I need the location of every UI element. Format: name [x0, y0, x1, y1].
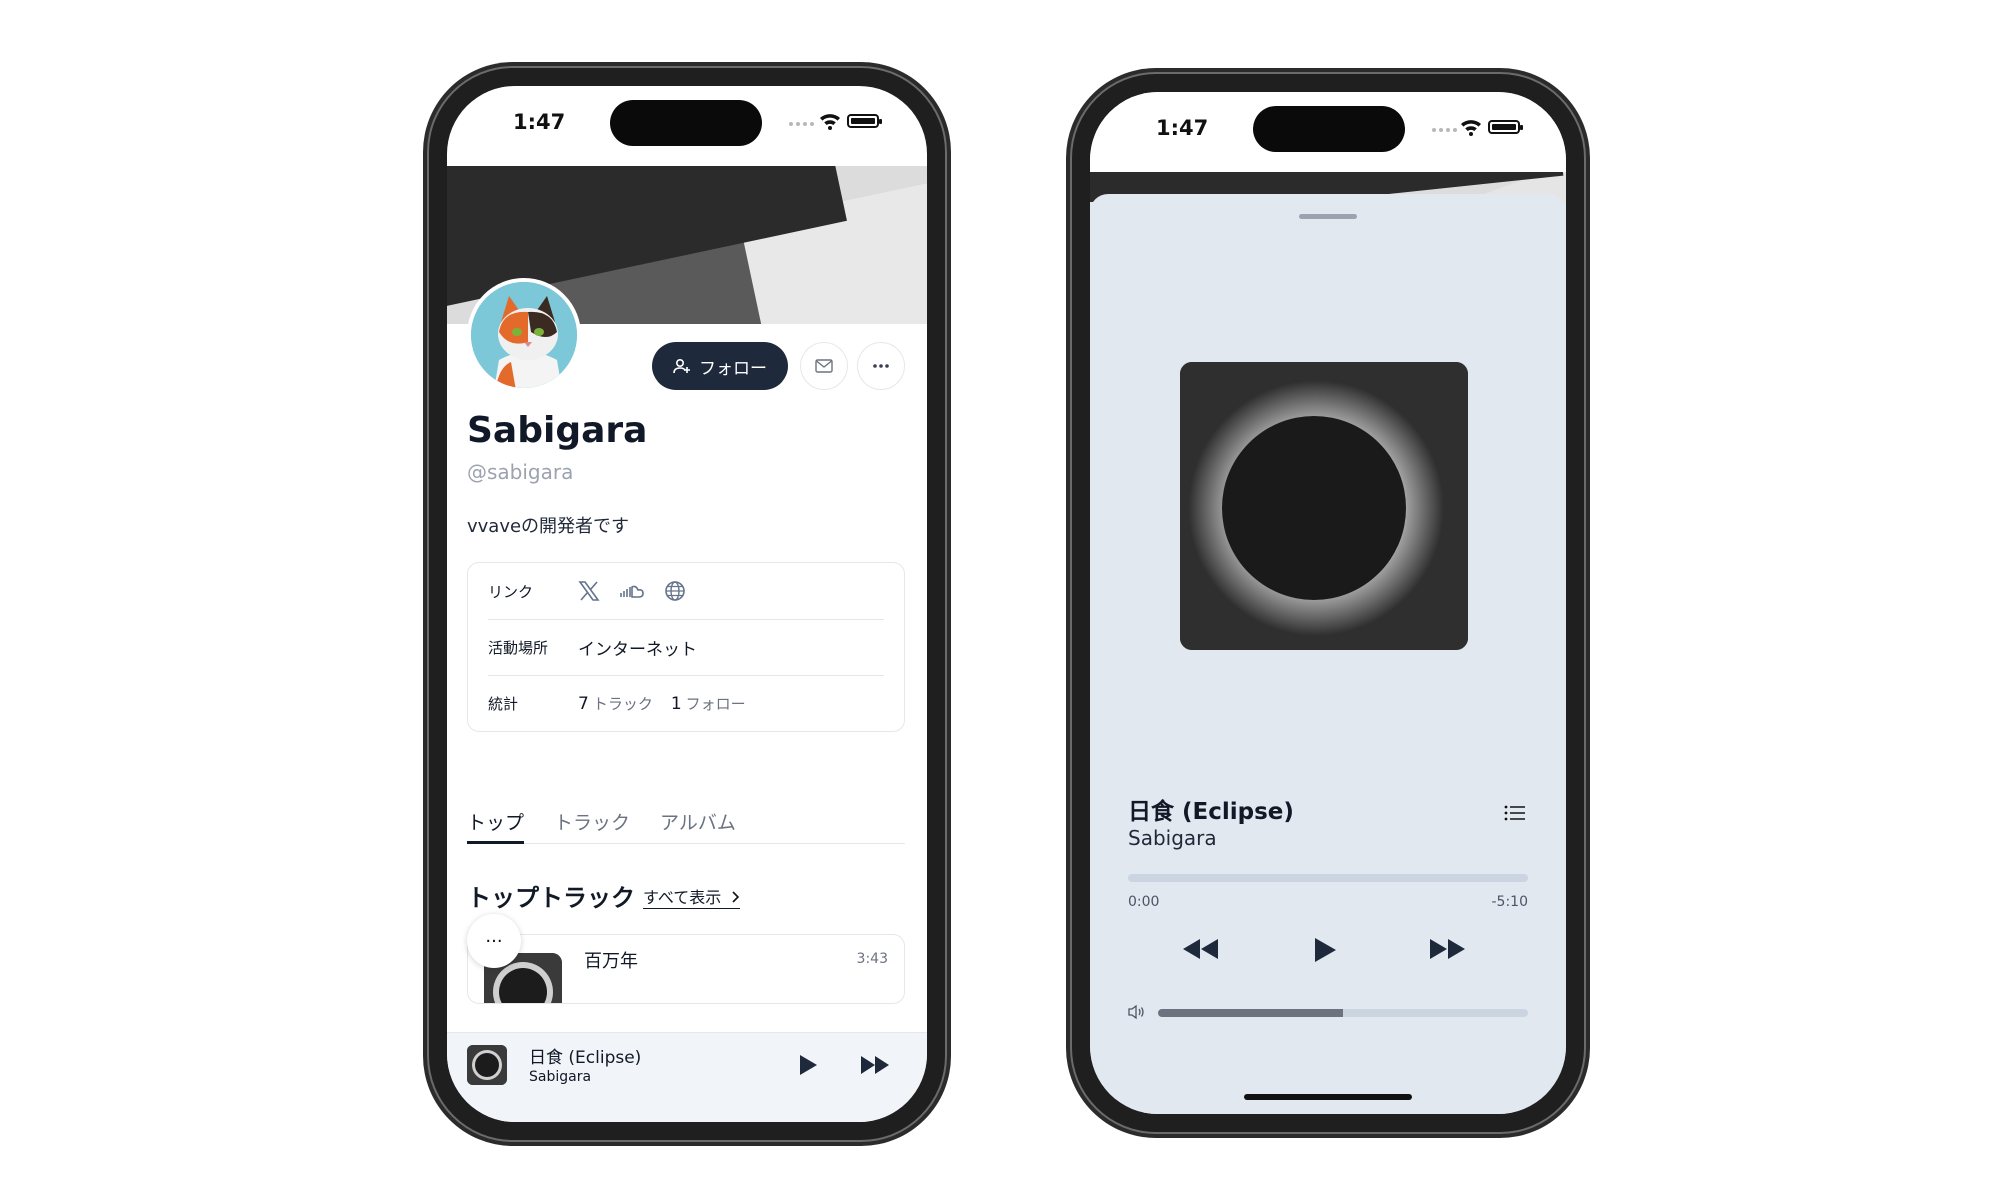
- follow-button-label: フォロー: [699, 358, 767, 378]
- now-playing-title: 日食 (Eclipse): [1128, 799, 1294, 825]
- see-all-link[interactable]: すべて表示: [643, 884, 741, 909]
- home-indicator[interactable]: [1244, 1094, 1412, 1100]
- profile-handle: @sabigara: [467, 460, 574, 484]
- tab-tracks[interactable]: トラック: [554, 802, 630, 844]
- tab-albums[interactable]: アルバム: [660, 802, 736, 844]
- follow-button[interactable]: フォロー: [652, 342, 788, 390]
- play-icon[interactable]: [797, 1053, 819, 1077]
- sheet-grabber[interactable]: [1299, 214, 1357, 219]
- globe-icon[interactable]: [664, 580, 686, 602]
- play-icon[interactable]: [1312, 936, 1338, 964]
- queue-list-icon[interactable]: [1504, 804, 1526, 822]
- eclipse-artwork-icon: [1180, 362, 1468, 650]
- eclipse-artwork-icon: [467, 1045, 507, 1085]
- follows-count-label[interactable]: フォロー: [686, 693, 746, 714]
- follows-count: 1: [670, 693, 682, 714]
- volume-slider[interactable]: [1158, 1009, 1528, 1017]
- tracks-count: 7: [578, 693, 589, 714]
- status-bar: 1:47: [1090, 92, 1566, 172]
- now-playing-artwork: [1180, 362, 1468, 650]
- status-time: 1:47: [513, 110, 566, 134]
- track-duration: 3:43: [856, 951, 888, 967]
- remaining-time: -5:10: [1491, 894, 1529, 910]
- profile-name: Sabigara: [467, 410, 648, 451]
- more-options-button[interactable]: [857, 342, 905, 390]
- dynamic-island: [1253, 106, 1405, 152]
- info-row-links: リンク: [488, 563, 884, 619]
- location-value: インターネット: [578, 640, 697, 660]
- mini-player-title: 日食 (Eclipse): [529, 1048, 642, 1068]
- now-playing-artist: Sabigara: [1128, 826, 1217, 850]
- elapsed-time: 0:00: [1128, 894, 1160, 910]
- location-label: 活動場所: [488, 639, 549, 657]
- ellipsis-icon: [873, 364, 889, 368]
- volume-icon: [1128, 1004, 1144, 1020]
- x-icon[interactable]: [578, 581, 600, 601]
- info-row-stats: 統計 7 トラック 1 フォロー: [488, 675, 884, 731]
- phone-now-playing: 1:47 日食 (Eclipse) Sabigara 0:00 -5:10: [1070, 72, 1586, 1134]
- fast-forward-icon[interactable]: [1426, 936, 1468, 962]
- rewind-icon[interactable]: [1180, 936, 1222, 962]
- cellular-icon: [1432, 128, 1457, 132]
- track-name: 百万年: [584, 951, 638, 972]
- see-all-label: すべて表示: [643, 888, 722, 907]
- mini-player[interactable]: 日食 (Eclipse) Sabigara: [447, 1032, 927, 1122]
- fast-forward-icon[interactable]: [859, 1053, 893, 1077]
- now-playing-screen: 1:47 日食 (Eclipse) Sabigara 0:00 -5:10: [1090, 92, 1566, 1114]
- avatar[interactable]: [467, 278, 581, 392]
- dynamic-island: [610, 100, 762, 146]
- tracks-count-label[interactable]: トラック: [593, 693, 653, 714]
- links-label: リンク: [488, 582, 534, 601]
- playback-progress-bar[interactable]: [1128, 874, 1528, 882]
- wifi-icon: [1461, 120, 1481, 136]
- battery-icon: [1488, 120, 1523, 134]
- cat-avatar-icon: [471, 282, 577, 388]
- status-time: 1:47: [1156, 116, 1209, 140]
- track-row[interactable]: 百万年 3:43: [467, 934, 905, 1004]
- status-bar: 1:47: [447, 86, 927, 166]
- message-button[interactable]: [800, 342, 848, 390]
- mini-player-artist: Sabigara: [529, 1069, 592, 1085]
- volume-slider-fill: [1158, 1009, 1343, 1017]
- info-row-location: 活動場所 インターネット: [488, 619, 884, 675]
- profile-tabs: トップ トラック アルバム: [467, 802, 905, 844]
- add-user-icon: [673, 358, 690, 374]
- cellular-icon: [789, 122, 814, 126]
- floating-more-button[interactable]: ···: [467, 914, 521, 968]
- top-tracks-title: トップトラック: [467, 884, 635, 912]
- mini-player-artwork: [467, 1045, 507, 1085]
- phone-profile: 1:47 フォロー Sabigara @sabigara vvaveの開発者です…: [427, 66, 947, 1142]
- stats-label: 統計: [488, 695, 519, 713]
- soundcloud-icon[interactable]: [620, 584, 644, 598]
- battery-icon: [847, 114, 882, 128]
- chevron-right-icon: [732, 891, 740, 903]
- wifi-icon: [820, 114, 840, 130]
- mail-icon: [815, 359, 833, 373]
- profile-screen: 1:47 フォロー Sabigara @sabigara vvaveの開発者です…: [447, 86, 927, 1122]
- now-playing-sheet: 日食 (Eclipse) Sabigara 0:00 -5:10: [1090, 194, 1566, 1114]
- tab-top[interactable]: トップ: [467, 802, 525, 844]
- profile-info-card: リンク 活動場所 インターネット 統計 7 トラック 1 フォロー: [467, 562, 905, 732]
- profile-bio: vvaveの開発者です: [467, 516, 630, 537]
